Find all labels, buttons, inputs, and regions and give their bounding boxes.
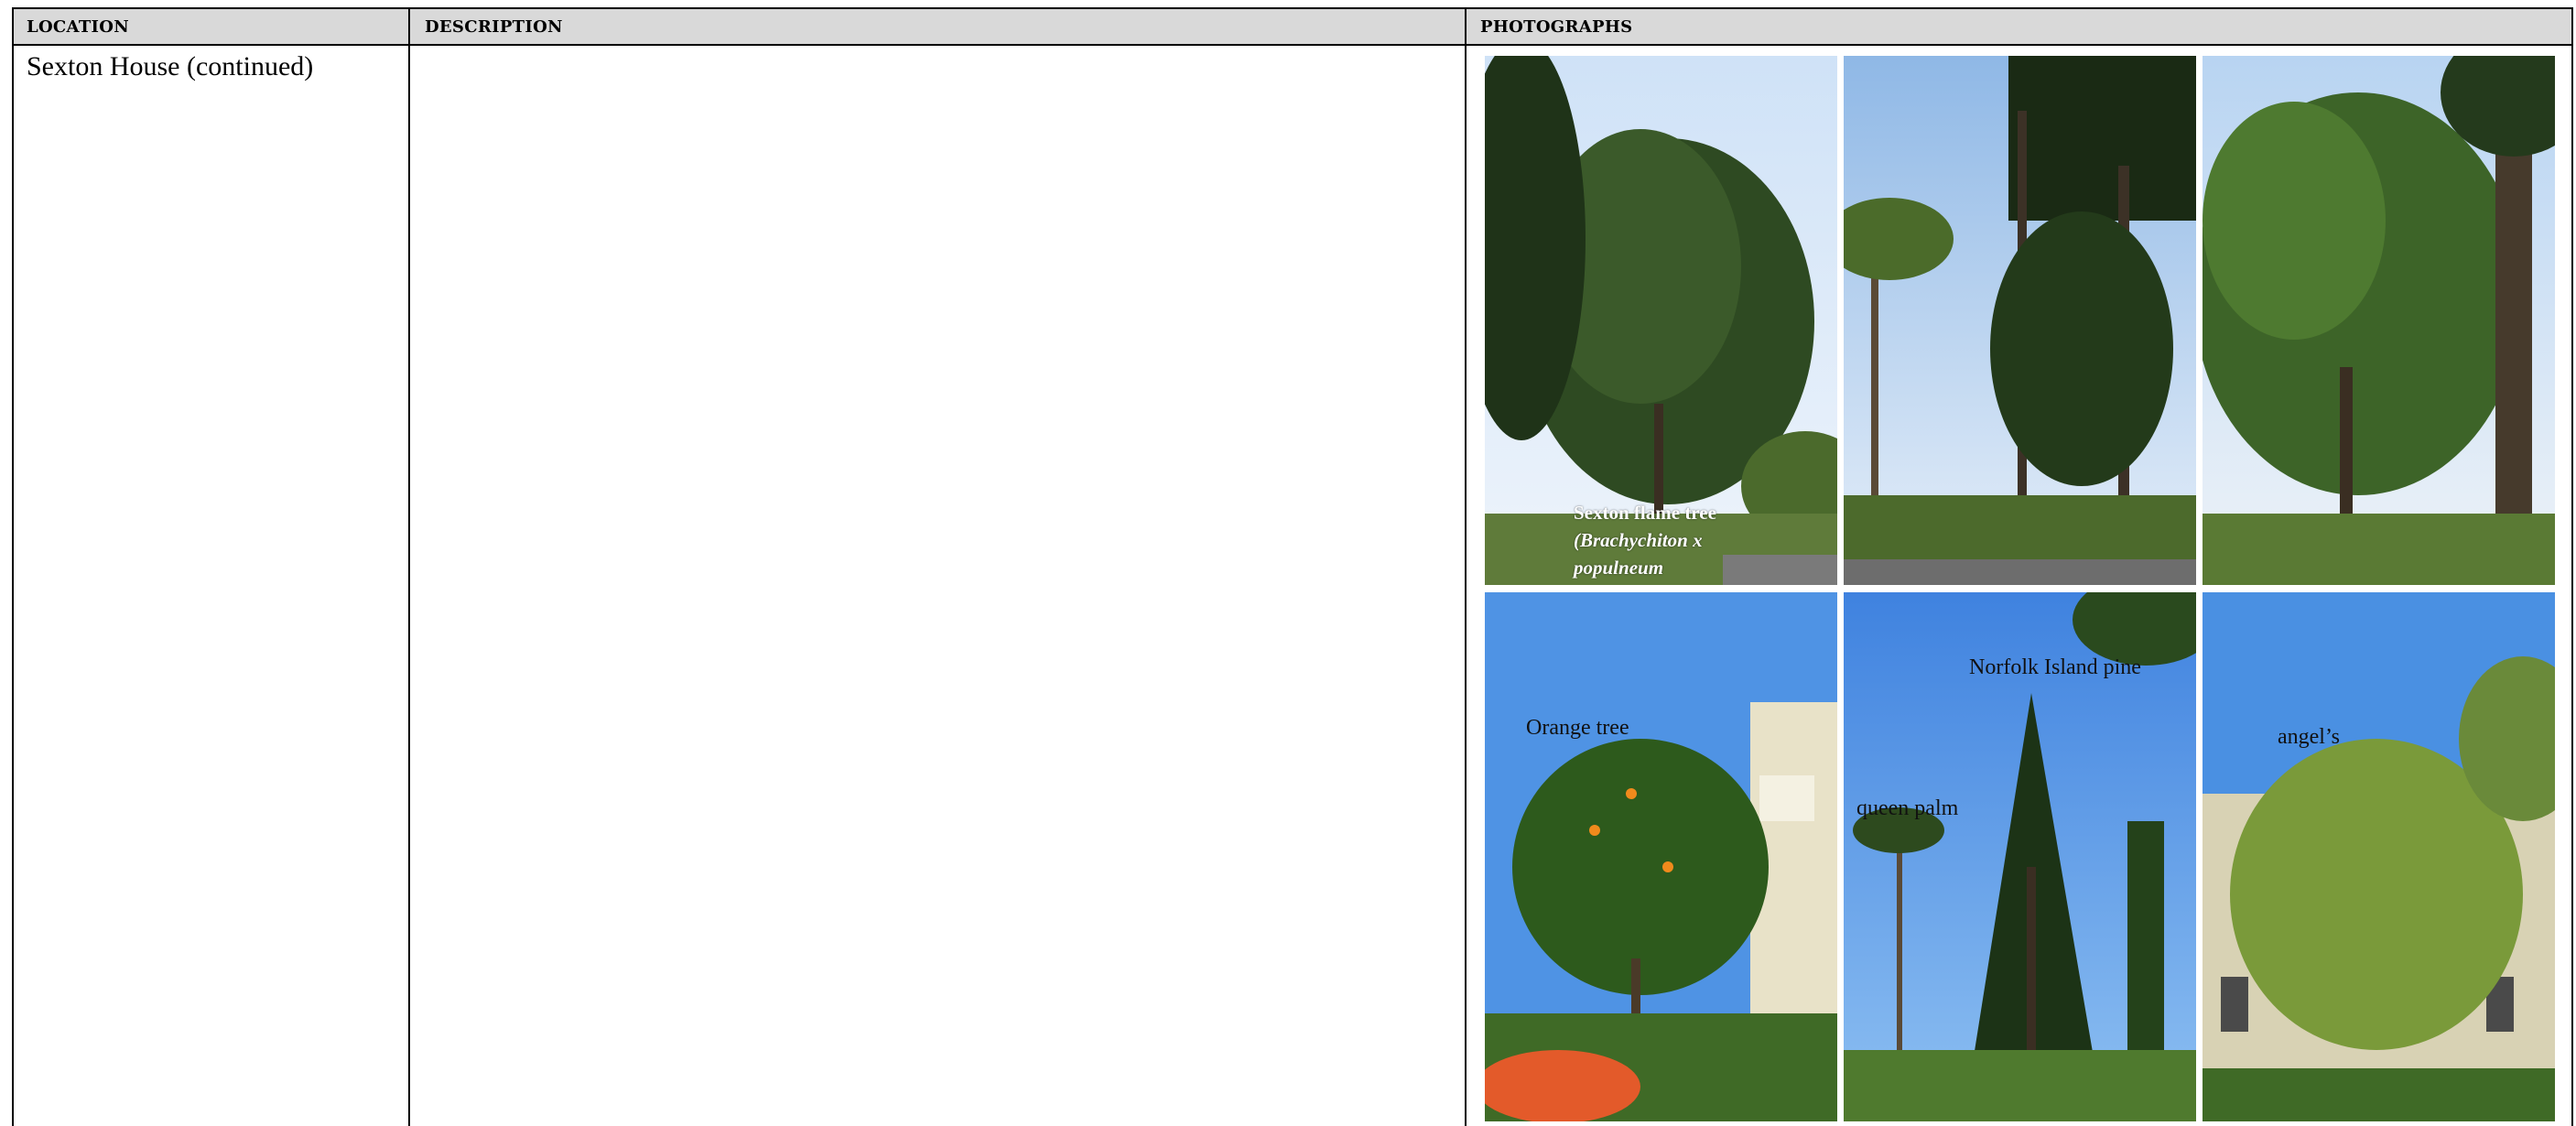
column-divider: [1465, 9, 1467, 1126]
photo-caption: queen palm: [1856, 796, 1959, 820]
column-divider: [408, 9, 410, 1126]
location-cell: Sexton House (continued): [27, 51, 314, 81]
photo-large-tree: [2203, 56, 2555, 585]
header-location: LOCATION: [27, 17, 129, 37]
photo-angels-trumpet: angel’s: [2203, 592, 2555, 1121]
photo-orange-tree: Orange tree: [1485, 592, 1837, 1121]
header-description: DESCRIPTION: [425, 17, 563, 37]
photo-flame-tree: Sexton flame tree (Brachychiton x populn…: [1485, 56, 1837, 585]
document-table: LOCATION DESCRIPTION PHOTOGRAPHS Sexton …: [12, 7, 2573, 1126]
header-photographs: PHOTOGRAPHS: [1480, 17, 1633, 37]
photo-caption: (Brachychiton x: [1574, 529, 1703, 551]
photo-caption: Sexton flame tree: [1574, 502, 1716, 524]
photo-caption: angel’s: [2278, 725, 2340, 749]
photo-caption: Orange tree: [1526, 716, 1629, 740]
photo-caption: Norfolk Island pine: [1969, 655, 2141, 679]
photo-caption: populneum: [1574, 557, 1664, 579]
photo-norfolk-pine: Norfolk Island pine queen palm: [1844, 592, 2196, 1121]
photo-palms-pines: [1844, 56, 2196, 585]
table-header-row: LOCATION DESCRIPTION PHOTOGRAPHS: [14, 9, 2571, 46]
